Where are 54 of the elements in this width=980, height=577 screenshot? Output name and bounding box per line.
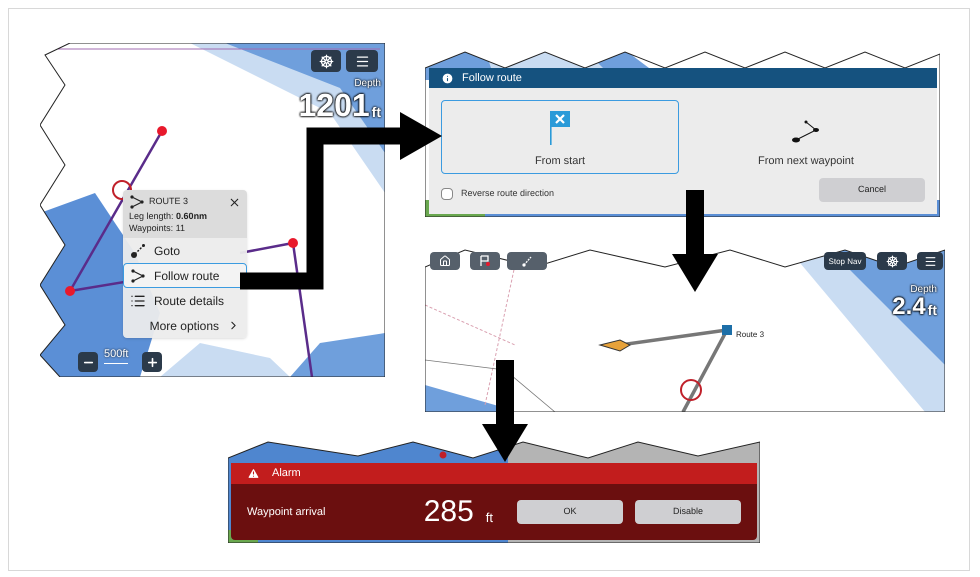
flag-icon: [479, 255, 491, 267]
route-label: Route 3: [736, 329, 764, 341]
checkbox[interactable]: [441, 188, 453, 200]
alarm-button[interactable]: Disable: [635, 500, 741, 524]
depth-value: 2.4: [892, 295, 926, 319]
dialog-title: Follow route: [462, 70, 522, 86]
menu-item[interactable]: Route details: [123, 288, 247, 313]
route-info: Waypoints: 11: [129, 222, 186, 234]
helm-icon: [318, 54, 334, 68]
route-icon: [130, 268, 146, 284]
depth-value: 1201: [298, 89, 370, 121]
menu-item[interactable]: Follow route: [123, 263, 247, 288]
menu-button[interactable]: [346, 50, 378, 72]
cancel-button[interactable]: Cancel: [819, 178, 925, 202]
alarm-message: Waypoint arrival: [247, 504, 326, 520]
zoom-out-button[interactable]: [78, 352, 98, 372]
menu-icon: [924, 254, 936, 268]
scale-label: 500ft: [104, 346, 128, 364]
checkbox-label: Reverse route direction: [461, 187, 554, 200]
home-icon: [439, 255, 451, 267]
info-icon: [441, 72, 454, 84]
route-icon: [129, 194, 145, 210]
goto-icon: [521, 255, 533, 267]
helm-button[interactable]: [877, 252, 907, 270]
route-info: Leg length: 0.60nm: [129, 210, 208, 222]
alarm-unit: ft: [486, 509, 493, 528]
menu-item[interactable]: Goto: [123, 238, 247, 263]
plus-icon: [146, 356, 158, 368]
waypoint-button[interactable]: [470, 252, 500, 270]
goto-icon: [130, 242, 146, 258]
alarm-title: Alarm: [272, 466, 301, 482]
alarm-value: 285: [424, 497, 474, 527]
menu-icon: [354, 54, 370, 68]
home-button[interactable]: [430, 252, 460, 270]
stop-nav-button[interactable]: Stop Nav: [824, 252, 866, 270]
depth-unit: ft: [928, 303, 937, 317]
route-title: ROUTE 3: [149, 195, 190, 208]
flag-icon: [548, 110, 572, 144]
goto-button[interactable]: [507, 252, 547, 270]
close-button[interactable]: [228, 196, 241, 208]
menu-item[interactable]: More options: [123, 313, 247, 338]
zoom-in-button[interactable]: [142, 352, 162, 372]
depth-label: Depth: [910, 285, 937, 295]
helm-button[interactable]: [311, 50, 341, 72]
alarm-button[interactable]: OK: [517, 500, 623, 524]
helm-icon: [886, 254, 898, 268]
depth-unit: ft: [372, 105, 381, 119]
route-icon: [790, 118, 822, 144]
warning-icon: [247, 467, 260, 480]
route-option[interactable]: From start: [441, 100, 679, 174]
list-icon: [130, 292, 146, 308]
route-option[interactable]: From next waypoint: [687, 100, 925, 174]
depth-label: Depth: [354, 79, 381, 89]
menu-button[interactable]: [917, 252, 943, 270]
